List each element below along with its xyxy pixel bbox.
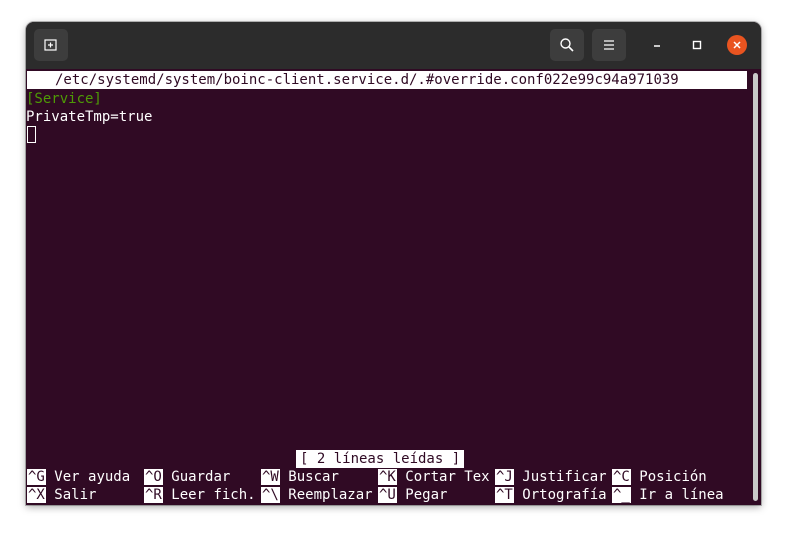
terminal-window: /etc/systemd/system/boinc-client.service…	[26, 22, 761, 505]
shortcut-label: Ver ayuda	[54, 469, 131, 485]
shortcut-key: ^U	[378, 487, 397, 503]
shortcut-label: Buscar	[288, 469, 339, 485]
minimize-button[interactable]	[647, 35, 667, 55]
editor-line-1: [Service]	[26, 91, 102, 107]
terminal-content[interactable]: /etc/systemd/system/boinc-client.service…	[26, 69, 761, 505]
search-button[interactable]	[550, 29, 584, 61]
text-cursor	[27, 126, 36, 143]
shortcut-row-1: ^G Ver ayuda ^O Guardar ^W Buscar ^K Cor…	[26, 468, 748, 486]
new-tab-icon	[44, 39, 57, 51]
shortcut-key: ^K	[378, 469, 397, 485]
shortcut-key: ^R	[144, 487, 163, 503]
shortcut-label: Pegar	[405, 487, 448, 503]
new-tab-button[interactable]	[34, 29, 68, 61]
shortcut-label: Ortografía	[522, 487, 607, 503]
hamburger-menu-icon	[604, 40, 614, 50]
shortcut-label: Guardar	[171, 469, 231, 485]
maximize-button[interactable]	[687, 35, 707, 55]
shortcut-label: Justificar	[522, 469, 607, 485]
shortcut-search: ^W Buscar	[261, 468, 339, 486]
shortcut-row-2: ^X Salir ^R Leer fich. ^\ Reemplazar ^U …	[26, 486, 748, 504]
shortcut-key: ^\	[261, 487, 280, 503]
shortcut-paste: ^U Pegar	[378, 486, 447, 504]
shortcut-exit: ^X Salir	[27, 486, 96, 504]
shortcut-replace: ^\ Reemplazar	[261, 486, 373, 504]
shortcut-key: ^C	[612, 469, 631, 485]
shortcut-read-file: ^R Leer fich.	[144, 486, 256, 504]
shortcut-label: Leer fich.	[171, 487, 256, 503]
menu-button[interactable]	[592, 29, 626, 61]
status-message: [ 2 líneas leídas ]	[296, 450, 465, 468]
shortcut-label: Ir a línea	[639, 487, 724, 503]
minimize-icon	[654, 45, 660, 47]
shortcut-key: ^X	[27, 487, 46, 503]
shortcut-go-to-line: ^_ Ir a línea	[612, 486, 724, 504]
shortcut-position: ^C Posición	[612, 468, 707, 486]
close-button[interactable]	[727, 35, 747, 55]
shortcut-label: Posición	[639, 469, 707, 485]
shortcut-save: ^O Guardar	[144, 468, 230, 486]
shortcut-key: ^_	[612, 487, 631, 503]
shortcut-justify: ^J Justificar	[495, 468, 607, 486]
shortcut-label: Salir	[54, 487, 97, 503]
shortcut-label: Reemplazar	[288, 487, 373, 503]
shortcut-key: ^T	[495, 487, 514, 503]
shortcut-cut: ^K Cortar Tex	[378, 468, 490, 486]
title-bar	[26, 22, 761, 69]
scrollbar[interactable]	[749, 69, 761, 505]
maximize-icon	[692, 40, 702, 50]
editor-line-2: PrivateTmp=true	[26, 109, 153, 125]
shortcut-spelling: ^T Ortografía	[495, 486, 607, 504]
file-path-header: /etc/systemd/system/boinc-client.service…	[27, 71, 747, 89]
shortcut-key: ^O	[144, 469, 163, 485]
shortcut-key: ^W	[261, 469, 280, 485]
shortcut-key: ^J	[495, 469, 514, 485]
search-icon	[560, 38, 574, 52]
shortcut-label: Cortar Tex	[405, 469, 490, 485]
shortcut-help: ^G Ver ayuda	[27, 468, 130, 486]
scrollbar-thumb[interactable]	[753, 73, 758, 501]
close-icon	[733, 41, 741, 49]
shortcut-key: ^G	[27, 469, 46, 485]
